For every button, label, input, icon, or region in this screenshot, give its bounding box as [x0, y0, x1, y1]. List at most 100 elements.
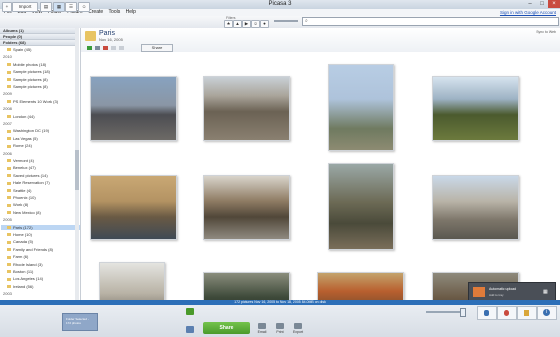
places-pane-button[interactable] — [497, 306, 517, 320]
collage-icon[interactable] — [95, 46, 100, 50]
search-input[interactable]: ⌕ — [302, 17, 559, 26]
folder-item[interactable]: Spain (45) — [7, 47, 31, 52]
folder-item[interactable]: Saved pictures (14) — [7, 173, 48, 178]
tray-menu-icon[interactable] — [186, 326, 194, 333]
people-icon — [484, 310, 489, 316]
folder-item[interactable]: Rhode Island (3) — [7, 262, 43, 267]
folder-item[interactable]: Phoenix (10) — [7, 195, 36, 200]
folder-item-label: Washington DC (19) — [13, 128, 50, 134]
hold-icon[interactable] — [186, 308, 194, 315]
minimize-button[interactable]: – — [524, 0, 536, 8]
face-filter-icon[interactable]: ☺ — [251, 20, 260, 28]
tags-pane-button[interactable] — [517, 306, 537, 320]
add-icon[interactable]: + — [2, 2, 12, 12]
folder-item[interactable]: Boston (11) — [7, 269, 33, 274]
star-filter-icon[interactable]: ★ — [224, 20, 233, 28]
menu-help[interactable]: Help — [126, 9, 136, 16]
grid-view-icon[interactable]: ▦ — [53, 2, 65, 12]
menu-tools[interactable]: Tools — [109, 9, 121, 16]
people-pane-button[interactable] — [477, 306, 497, 320]
folder-item[interactable]: Sample pictures (8) — [7, 84, 48, 89]
print-icon — [276, 323, 284, 329]
zoom-slider-knob[interactable] — [460, 308, 466, 317]
photo-thumbnail[interactable] — [317, 272, 404, 300]
folder-item[interactable]: Rome (24) — [7, 143, 32, 148]
folder-icon — [7, 240, 11, 244]
folder-item[interactable]: Mobile photos (18) — [7, 62, 46, 67]
folder-item-label: New Mexico (8) — [13, 209, 41, 215]
web-icon[interactable] — [119, 46, 124, 50]
folder-icon — [7, 129, 11, 133]
folder-item[interactable]: Home (10) — [7, 232, 32, 237]
import-button[interactable]: Import — [12, 2, 38, 12]
photo-thumbnail[interactable] — [99, 262, 165, 300]
upload-filter-icon[interactable]: ▲ — [233, 20, 242, 28]
folder-item-label: Ireland (56) — [13, 283, 34, 289]
photo-thumbnail[interactable] — [328, 163, 394, 250]
folder-item[interactable]: Hale Reservation (7) — [7, 180, 50, 185]
folder-item-selected[interactable]: Paris (172) — [1, 224, 80, 230]
photo-thumbnail[interactable] — [432, 175, 519, 240]
folder-item[interactable]: Farm (6) — [7, 254, 28, 259]
folder-icon — [85, 31, 96, 41]
folder-item[interactable]: New Mexico (8) — [7, 210, 41, 215]
folder-item[interactable]: Vermont (4) — [7, 158, 34, 163]
photo-thumbnail[interactable] — [203, 175, 290, 240]
folder-item[interactable]: Los Angeles (14) — [7, 276, 43, 281]
share-button[interactable]: Share — [203, 322, 250, 334]
photo-thumbnail[interactable] — [90, 76, 177, 141]
folder-item[interactable]: Sample pictures (18) — [7, 69, 50, 74]
year-header: 2009 — [3, 91, 12, 97]
maximize-button[interactable]: □ — [536, 0, 548, 8]
sync-to-web-toggle[interactable]: Sync to Web — [536, 30, 556, 34]
folder-item[interactable]: Canada (5) — [7, 239, 33, 244]
folder-item[interactable]: London (44) — [7, 114, 35, 119]
folder-item[interactable]: Seattle (4) — [7, 188, 31, 193]
notification-popup[interactable]: Automatic upload Add to tray ▦ — [468, 282, 556, 302]
folder-item[interactable]: Family and Friends (8) — [7, 247, 53, 252]
menu-create[interactable]: Create — [88, 9, 103, 16]
photo-thumbnail[interactable] — [432, 76, 519, 141]
email-button[interactable]: Email — [254, 323, 270, 334]
tray-selection-label: Folder Selected - 172 photos — [66, 317, 89, 325]
geotag-filter-icon[interactable]: ● — [260, 20, 269, 28]
properties-pane-button[interactable]: i — [537, 306, 557, 320]
date-filter-slider[interactable] — [274, 20, 298, 22]
print-button[interactable]: Print — [272, 323, 288, 334]
section-folders[interactable]: Folders (68) — [0, 40, 77, 46]
people-icon[interactable]: ☺ — [78, 2, 90, 12]
video-filter-icon[interactable]: ▶ — [242, 20, 251, 28]
grid-icon[interactable]: ▦ — [543, 289, 551, 295]
sign-in-link[interactable]: Sign in with Google Account — [500, 9, 556, 16]
play-slideshow-icon[interactable] — [87, 46, 92, 50]
folder-item[interactable]: Benelux (47) — [7, 165, 36, 170]
photo-thumbnail[interactable] — [203, 272, 290, 300]
photo-thumbnail[interactable] — [328, 64, 394, 151]
folder-item[interactable]: Ireland (56) — [7, 284, 33, 289]
folder-item-label: PS Elements 10 Work (3) — [13, 98, 59, 104]
folder-item[interactable]: Las Vegas (5) — [7, 136, 38, 141]
view-icon[interactable]: ▤ — [40, 2, 52, 12]
upload-icon[interactable] — [111, 46, 116, 50]
album-date: Nov 16, 2005 — [99, 37, 123, 42]
folder-item[interactable]: PS Elements 10 Work (3) — [7, 99, 58, 104]
album-share-button[interactable]: Share — [141, 44, 173, 52]
movie-icon[interactable] — [103, 46, 108, 50]
folder-item-label: Family and Friends (8) — [13, 246, 54, 252]
folder-scrollbar-thumb[interactable] — [75, 150, 79, 190]
folder-icon — [7, 211, 11, 215]
folder-icon — [7, 196, 11, 200]
folder-item[interactable]: Washington DC (19) — [7, 128, 49, 133]
photo-thumbnail[interactable] — [90, 175, 177, 240]
folder-item-label: Spain (45) — [13, 47, 32, 52]
folder-item[interactable]: Sample pictures (8) — [7, 77, 48, 82]
folder-item-label: Paris (172) — [13, 224, 33, 230]
info-icon: i — [543, 309, 550, 316]
folder-panel: Albums (1) People (0) Folders (68) Spain… — [0, 28, 81, 300]
photo-grid-area: Paris Nov 16, 2005 Share Sync to Web — [81, 28, 560, 300]
photo-thumbnail[interactable] — [203, 76, 290, 141]
close-button[interactable]: × — [548, 0, 560, 8]
folder-item[interactable]: Work (8) — [7, 202, 28, 207]
export-button[interactable]: Export — [290, 323, 306, 334]
list-view-icon[interactable]: ☰ — [65, 2, 77, 12]
